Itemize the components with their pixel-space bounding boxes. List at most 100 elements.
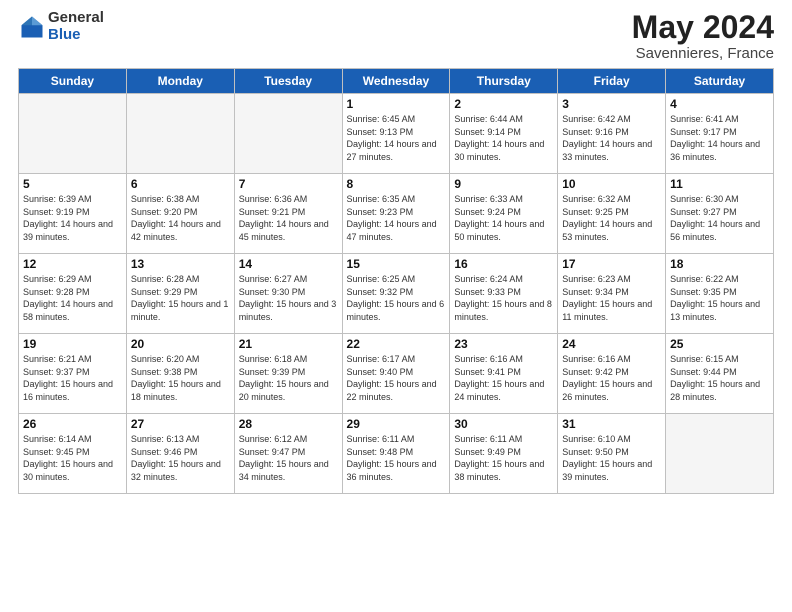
- cell-info: Sunrise: 6:16 AMSunset: 9:42 PMDaylight:…: [562, 353, 661, 403]
- cell-info: Sunrise: 6:42 AMSunset: 9:16 PMDaylight:…: [562, 113, 661, 163]
- cell-info: Sunrise: 6:20 AMSunset: 9:38 PMDaylight:…: [131, 353, 230, 403]
- calendar-cell: 12 Sunrise: 6:29 AMSunset: 9:28 PMDayligh…: [19, 254, 127, 334]
- cell-info: Sunrise: 6:28 AMSunset: 9:29 PMDaylight:…: [131, 273, 230, 323]
- cell-info: Sunrise: 6:36 AMSunset: 9:21 PMDaylight:…: [239, 193, 338, 243]
- calendar-cell: 11 Sunrise: 6:30 AMSunset: 9:27 PMDayligh…: [666, 174, 774, 254]
- cell-info: Sunrise: 6:16 AMSunset: 9:41 PMDaylight:…: [454, 353, 553, 403]
- calendar-cell: 10Sunrise: 6:32 AMSunset: 9:25 PMDayligh…: [558, 174, 666, 254]
- logo-icon: [18, 13, 46, 41]
- day-number: 24: [562, 337, 661, 351]
- logo-text: General Blue: [48, 10, 104, 43]
- calendar-cell: [126, 94, 234, 174]
- day-number: 12: [23, 257, 122, 271]
- day-number: 9: [454, 177, 553, 191]
- calendar-cell: 27 Sunrise: 6:13 AMSunset: 9:46 PMDayligh…: [126, 414, 234, 494]
- day-number: 17: [562, 257, 661, 271]
- cell-info: Sunrise: 6:13 AMSunset: 9:46 PMDaylight:…: [131, 433, 230, 483]
- col-saturday: Saturday: [666, 69, 774, 94]
- col-friday: Friday: [558, 69, 666, 94]
- cell-info: Sunrise: 6:11 AMSunset: 9:48 PMDaylight:…: [347, 433, 446, 483]
- calendar-week-4: 19Sunrise: 6:21 AMSunset: 9:37 PMDayligh…: [19, 334, 774, 414]
- col-monday: Monday: [126, 69, 234, 94]
- col-sunday: Sunday: [19, 69, 127, 94]
- col-thursday: Thursday: [450, 69, 558, 94]
- cell-info: Sunrise: 6:25 AMSunset: 9:32 PMDaylight:…: [347, 273, 446, 323]
- day-number: 29: [347, 417, 446, 431]
- calendar-cell: 22 Sunrise: 6:17 AMSunset: 9:40 PMDayligh…: [342, 334, 450, 414]
- cell-info: Sunrise: 6:23 AMSunset: 9:34 PMDaylight:…: [562, 273, 661, 323]
- day-number: 4: [670, 97, 769, 111]
- calendar-week-5: 26 Sunrise: 6:14 AMSunset: 9:45 PMDayligh…: [19, 414, 774, 494]
- cell-info: Sunrise: 6:35 AMSunset: 9:23 PMDaylight:…: [347, 193, 446, 243]
- cell-info: Sunrise: 6:15 AMSunset: 9:44 PMDaylight:…: [670, 353, 769, 403]
- calendar-cell: 2Sunrise: 6:44 AMSunset: 9:14 PMDaylight…: [450, 94, 558, 174]
- cell-info: Sunrise: 6:17 AMSunset: 9:40 PMDaylight:…: [347, 353, 446, 403]
- cell-info: Sunrise: 6:14 AMSunset: 9:45 PMDaylight:…: [23, 433, 122, 483]
- calendar-cell: 24 Sunrise: 6:16 AMSunset: 9:42 PMDayligh…: [558, 334, 666, 414]
- calendar-cell: 31Sunrise: 6:10 AMSunset: 9:50 PMDayligh…: [558, 414, 666, 494]
- calendar-cell: 26 Sunrise: 6:14 AMSunset: 9:45 PMDayligh…: [19, 414, 127, 494]
- logo: General Blue: [18, 10, 104, 43]
- cell-info: Sunrise: 6:29 AMSunset: 9:28 PMDaylight:…: [23, 273, 122, 323]
- day-number: 19: [23, 337, 122, 351]
- day-number: 7: [239, 177, 338, 191]
- calendar-cell: [666, 414, 774, 494]
- day-number: 20: [131, 337, 230, 351]
- day-number: 18: [670, 257, 769, 271]
- day-number: 30: [454, 417, 553, 431]
- day-number: 15: [347, 257, 446, 271]
- cell-info: Sunrise: 6:30 AMSunset: 9:27 PMDaylight:…: [670, 193, 769, 243]
- calendar-cell: 28 Sunrise: 6:12 AMSunset: 9:47 PMDayligh…: [234, 414, 342, 494]
- cell-info: Sunrise: 6:45 AMSunset: 9:13 PMDaylight:…: [347, 113, 446, 163]
- cell-info: Sunrise: 6:11 AMSunset: 9:49 PMDaylight:…: [454, 433, 553, 483]
- calendar-cell: 19Sunrise: 6:21 AMSunset: 9:37 PMDayligh…: [19, 334, 127, 414]
- calendar-cell: 16Sunrise: 6:24 AMSunset: 9:33 PMDayligh…: [450, 254, 558, 334]
- title-area: May 2024 Savennieres, France: [632, 10, 774, 62]
- day-number: 3: [562, 97, 661, 111]
- calendar-week-2: 5Sunrise: 6:39 AMSunset: 9:19 PMDaylight…: [19, 174, 774, 254]
- calendar-cell: 7 Sunrise: 6:36 AMSunset: 9:21 PMDaylight…: [234, 174, 342, 254]
- day-number: 2: [454, 97, 553, 111]
- calendar-week-1: 1 Sunrise: 6:45 AMSunset: 9:13 PMDaylight…: [19, 94, 774, 174]
- day-number: 16: [454, 257, 553, 271]
- calendar-cell: 9 Sunrise: 6:33 AMSunset: 9:24 PMDaylight…: [450, 174, 558, 254]
- day-number: 22: [347, 337, 446, 351]
- calendar-cell: 25 Sunrise: 6:15 AMSunset: 9:44 PMDayligh…: [666, 334, 774, 414]
- day-number: 25: [670, 337, 769, 351]
- day-number: 26: [23, 417, 122, 431]
- month-title: May 2024: [632, 10, 774, 45]
- calendar-cell: 18Sunrise: 6:22 AMSunset: 9:35 PMDayligh…: [666, 254, 774, 334]
- logo-general: General: [48, 9, 104, 26]
- day-number: 11: [670, 177, 769, 191]
- location-subtitle: Savennieres, France: [632, 45, 774, 62]
- calendar-cell: 21Sunrise: 6:18 AMSunset: 9:39 PMDayligh…: [234, 334, 342, 414]
- day-number: 31: [562, 417, 661, 431]
- day-number: 27: [131, 417, 230, 431]
- day-number: 5: [23, 177, 122, 191]
- calendar-cell: 8Sunrise: 6:35 AMSunset: 9:23 PMDaylight…: [342, 174, 450, 254]
- calendar-page: General Blue May 2024 Savennieres, Franc…: [0, 0, 792, 612]
- calendar-cell: 4Sunrise: 6:41 AMSunset: 9:17 PMDaylight…: [666, 94, 774, 174]
- day-number: 23: [454, 337, 553, 351]
- day-number: 28: [239, 417, 338, 431]
- calendar-cell: 15 Sunrise: 6:25 AMSunset: 9:32 PMDayligh…: [342, 254, 450, 334]
- calendar-cell: 20 Sunrise: 6:20 AMSunset: 9:38 PMDayligh…: [126, 334, 234, 414]
- day-number: 21: [239, 337, 338, 351]
- cell-info: Sunrise: 6:27 AMSunset: 9:30 PMDaylight:…: [239, 273, 338, 323]
- day-number: 1: [347, 97, 446, 111]
- calendar-week-3: 12 Sunrise: 6:29 AMSunset: 9:28 PMDayligh…: [19, 254, 774, 334]
- col-wednesday: Wednesday: [342, 69, 450, 94]
- calendar-cell: 5Sunrise: 6:39 AMSunset: 9:19 PMDaylight…: [19, 174, 127, 254]
- calendar-cell: [234, 94, 342, 174]
- calendar-cell: 6Sunrise: 6:38 AMSunset: 9:20 PMDaylight…: [126, 174, 234, 254]
- calendar-table: Sunday Monday Tuesday Wednesday Thursday…: [18, 68, 774, 494]
- calendar-cell: 14Sunrise: 6:27 AMSunset: 9:30 PMDayligh…: [234, 254, 342, 334]
- cell-info: Sunrise: 6:33 AMSunset: 9:24 PMDaylight:…: [454, 193, 553, 243]
- cell-info: Sunrise: 6:32 AMSunset: 9:25 PMDaylight:…: [562, 193, 661, 243]
- calendar-cell: 29 Sunrise: 6:11 AMSunset: 9:48 PMDayligh…: [342, 414, 450, 494]
- cell-info: Sunrise: 6:12 AMSunset: 9:47 PMDaylight:…: [239, 433, 338, 483]
- cell-info: Sunrise: 6:38 AMSunset: 9:20 PMDaylight:…: [131, 193, 230, 243]
- calendar-cell: 17 Sunrise: 6:23 AMSunset: 9:34 PMDayligh…: [558, 254, 666, 334]
- calendar-cell: [19, 94, 127, 174]
- header-row: Sunday Monday Tuesday Wednesday Thursday…: [19, 69, 774, 94]
